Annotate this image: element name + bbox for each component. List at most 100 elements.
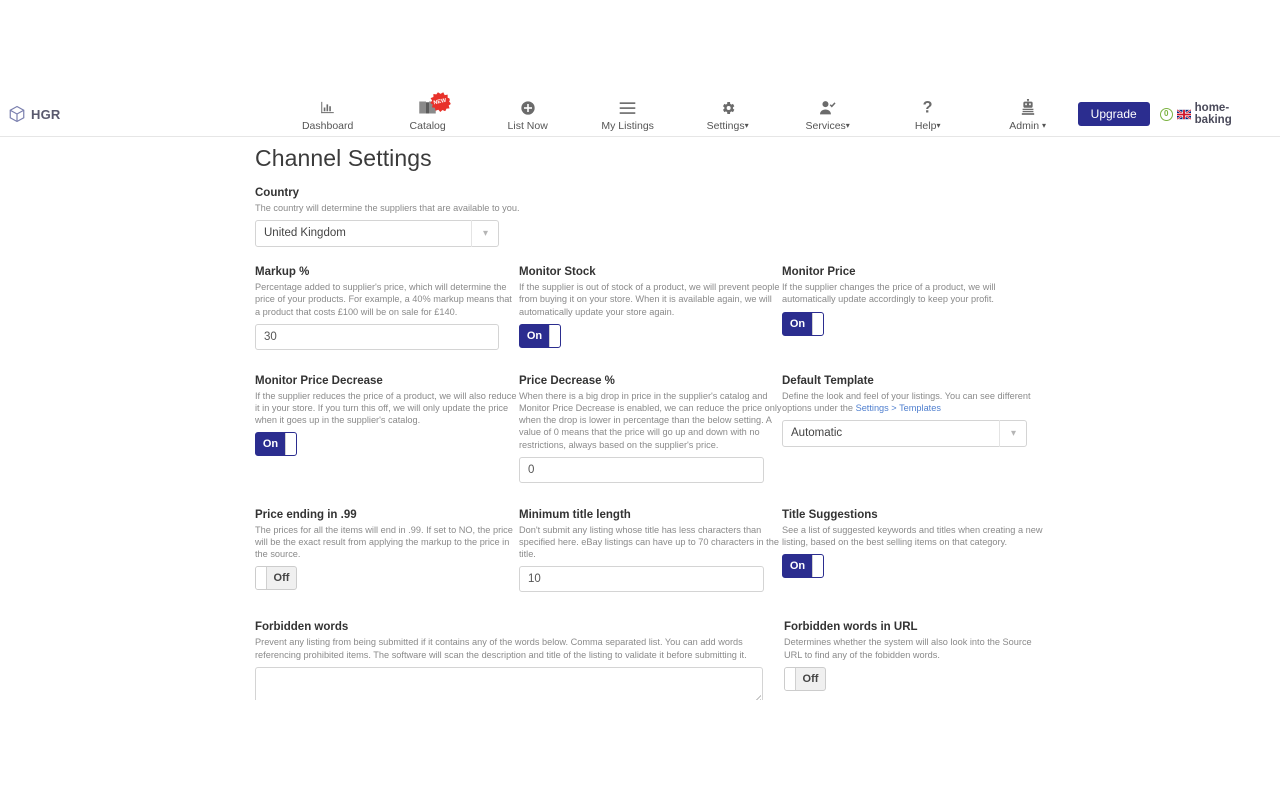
list-lines-icon [578,98,678,117]
field-forbidden-words-url: Forbidden words in URL Determines whethe… [784,620,1046,694]
col-price-decrease-pct: Price Decrease % When there is a big dro… [519,374,782,495]
markup-input[interactable]: 30 [255,323,499,350]
nav-label: Admin ▾ [1009,120,1046,132]
forbidden-words-url-toggle[interactable]: Off [784,666,826,691]
robot-icon [978,98,1078,117]
cube-logo-icon [8,105,26,123]
settings-row-1: Markup % Percentage added to supplier's … [255,265,1265,362]
col-monitor-price-decrease: Monitor Price Decrease If the supplier r… [255,374,517,495]
brand-logo-link[interactable]: HGR [8,105,278,123]
chevron-down-icon: ▾ [471,220,499,248]
top-navbar: HGR Dashboard NEW Catalog List Now My Li… [0,92,1280,137]
settings-row-3: Price ending in .99 The prices for all t… [255,508,1265,607]
default-template-value: Automatic [782,420,1027,448]
page-title: Channel Settings [255,145,432,171]
field-label: Default Template [782,374,874,387]
field-help: Define the look and feel of your listing… [782,390,1031,414]
uk-flag-icon [1176,108,1191,120]
field-help: If the supplier changes the price of a p… [782,282,996,305]
country-select[interactable]: United Kingdom ▾ [255,220,499,248]
chevron-down-icon: ▾ [999,420,1027,448]
field-help: Prevent any listing from being submitted… [255,637,747,660]
field-price-ending: Price ending in .99 The prices for all t… [255,508,517,595]
settings-templates-link[interactable]: Settings > Templates [856,403,941,413]
field-min-title-length: Minimum title length Don't submit any li… [519,508,782,593]
nav-label: Services▾ [805,120,850,132]
toggle-state-label: Off [802,672,819,685]
toggle-state-label: Off [273,572,290,585]
field-help: The prices for all the items will end in… [255,524,513,560]
viewport-bottom-mask [0,700,1280,800]
book-open-icon: NEW [378,98,478,117]
field-title-suggestions: Title Suggestions See a list of suggeste… [782,508,1044,579]
field-label: Country [255,187,300,199]
nav-item-admin[interactable]: Admin ▾ [978,95,1078,133]
col-min-title-length: Minimum title length Don't submit any li… [519,508,782,607]
nav-item-help[interactable]: ? Help▾ [878,95,978,133]
title-suggestions-toggle[interactable]: On [782,554,824,579]
chevron-down-icon: ▾ [845,121,850,130]
chart-bar-icon [278,98,378,117]
monitor-price-toggle[interactable]: On [782,311,824,336]
user-name: home-baking [1194,102,1232,126]
field-help: Determines whether the system will also … [784,637,1032,660]
toggle-knob [256,567,267,590]
col-markup: Markup % Percentage added to supplier's … [255,265,517,362]
default-template-select[interactable]: Automatic ▾ [782,420,1027,448]
monitor-stock-toggle[interactable]: On [519,323,561,348]
nav-item-settings[interactable]: Settings▾ [678,95,778,133]
field-help: See a list of suggested keywords and tit… [782,524,1043,548]
field-help: Don't submit any listing whose title has… [519,524,779,560]
monitor-price-decrease-toggle[interactable]: On [255,432,297,457]
field-help: When there is a big drop in price in the… [519,390,782,450]
country-select-value: United Kingdom [255,220,499,248]
nav-item-dashboard[interactable]: Dashboard [278,95,378,132]
min-title-length-input[interactable]: 10 [519,566,764,593]
toggle-state-label: On [262,438,279,451]
toggle-knob [812,312,823,335]
field-help: If the supplier is out of stock of a pro… [519,282,780,317]
field-label: Forbidden words in URL [784,621,918,634]
toggle-state-label: On [526,329,543,342]
field-help: Percentage added to supplier's price, wh… [255,282,512,317]
nav-item-list-now[interactable]: List Now [478,95,578,132]
price-ending-toggle[interactable]: Off [255,566,297,591]
nav-label: Help▾ [914,120,941,132]
field-label: Minimum title length [519,508,631,521]
user-check-icon [778,98,878,117]
gear-icon [678,98,778,117]
question-mark-icon: ? [878,98,978,117]
field-label: Monitor Price Decrease [255,374,383,387]
nav-label: Dashboard [301,120,354,132]
price-decrease-pct-input[interactable]: 0 [519,456,764,483]
col-price-ending: Price ending in .99 The prices for all t… [255,508,517,607]
field-help: If the supplier reduces the price of a p… [255,390,517,426]
toggle-knob [812,555,823,578]
user-menu[interactable]: 0 home-baking [1159,102,1266,126]
nav-item-catalog[interactable]: NEW Catalog [378,95,478,132]
nav-label: My Listings [601,120,654,132]
field-price-decrease-pct: Price Decrease % When there is a big dro… [519,374,782,483]
nav-label: List Now [507,120,548,132]
field-label: Price Decrease % [519,374,615,387]
nav-item-my-listings[interactable]: My Listings [578,95,678,132]
toggle-state-label: On [789,560,806,573]
chevron-down-icon: ▾ [1041,121,1046,130]
nav-label: Settings▾ [706,120,749,132]
field-help: The country will determine the suppliers… [255,203,520,213]
nav-items: Dashboard NEW Catalog List Now My Listin… [278,95,1078,133]
credits-coin-icon: 0 [1159,107,1173,121]
upgrade-button[interactable]: Upgrade [1077,102,1150,126]
svg-text:?: ? [923,99,933,116]
col-default-template: Default Template Define the look and fee… [782,374,1044,495]
field-monitor-price: Monitor Price If the supplier changes th… [782,265,1044,336]
nav-item-services[interactable]: Services▾ [778,95,878,133]
toggle-state-label: On [789,317,806,330]
field-label: Monitor Price [782,266,856,279]
field-label: Monitor Stock [519,266,596,279]
field-monitor-price-decrease: Monitor Price Decrease If the supplier r… [255,374,517,457]
navbar-right: Upgrade 0 home-baking [1077,102,1266,126]
field-monitor-stock: Monitor Stock If the supplier is out of … [519,265,782,348]
field-forbidden-words: Forbidden words Prevent any listing from… [255,620,782,705]
field-label: Price ending in .99 [255,508,357,521]
